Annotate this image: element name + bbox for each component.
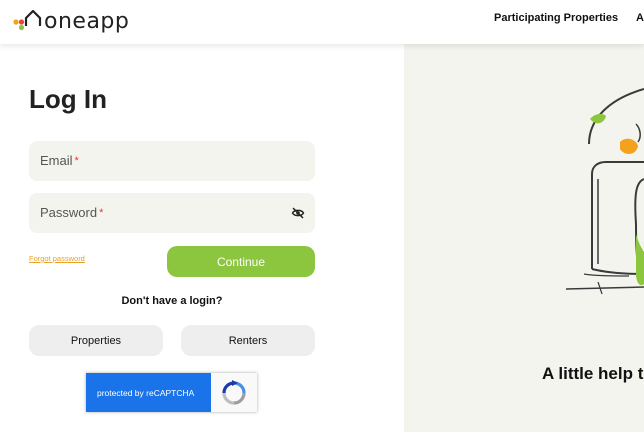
tagline: A little help t [542, 364, 644, 383]
required-marker: * [74, 155, 79, 167]
password-label: Password * [40, 205, 103, 220]
illustration-panel: A little help t [404, 44, 644, 432]
login-panel: Log In Email * Password * Forgot password … [0, 44, 404, 432]
properties-button[interactable]: Properties [29, 325, 163, 356]
logo-text: oneapp [44, 8, 130, 34]
password-label-text: Password [40, 205, 98, 220]
continue-button[interactable]: Continue [167, 246, 315, 277]
nav-item-truncated[interactable]: A [636, 12, 644, 24]
house-logo-icon [13, 9, 42, 31]
oneapp-logo[interactable]: oneapp [12, 6, 129, 34]
forgot-password-link[interactable]: Forgot password [29, 254, 85, 263]
no-login-text: Don't have a login? [121, 295, 223, 307]
house-plant-illustration [565, 88, 644, 295]
eye-slash-icon[interactable] [291, 206, 305, 220]
password-field[interactable]: Password * [29, 193, 315, 233]
email-field[interactable]: Email * [29, 141, 315, 181]
required-marker: * [99, 207, 104, 219]
email-label: Email * [40, 153, 79, 168]
top-header: oneapp Participating Properties A [0, 0, 644, 44]
recaptcha-icon [222, 380, 246, 405]
page-title: Log In [29, 84, 107, 114]
recaptcha-badge[interactable]: protected by reCAPTCHA [86, 373, 257, 412]
nav-participating-properties[interactable]: Participating Properties [494, 12, 618, 24]
email-label-text: Email [40, 153, 73, 168]
renters-button[interactable]: Renters [181, 325, 315, 356]
recaptcha-label: protected by reCAPTCHA [86, 373, 211, 412]
